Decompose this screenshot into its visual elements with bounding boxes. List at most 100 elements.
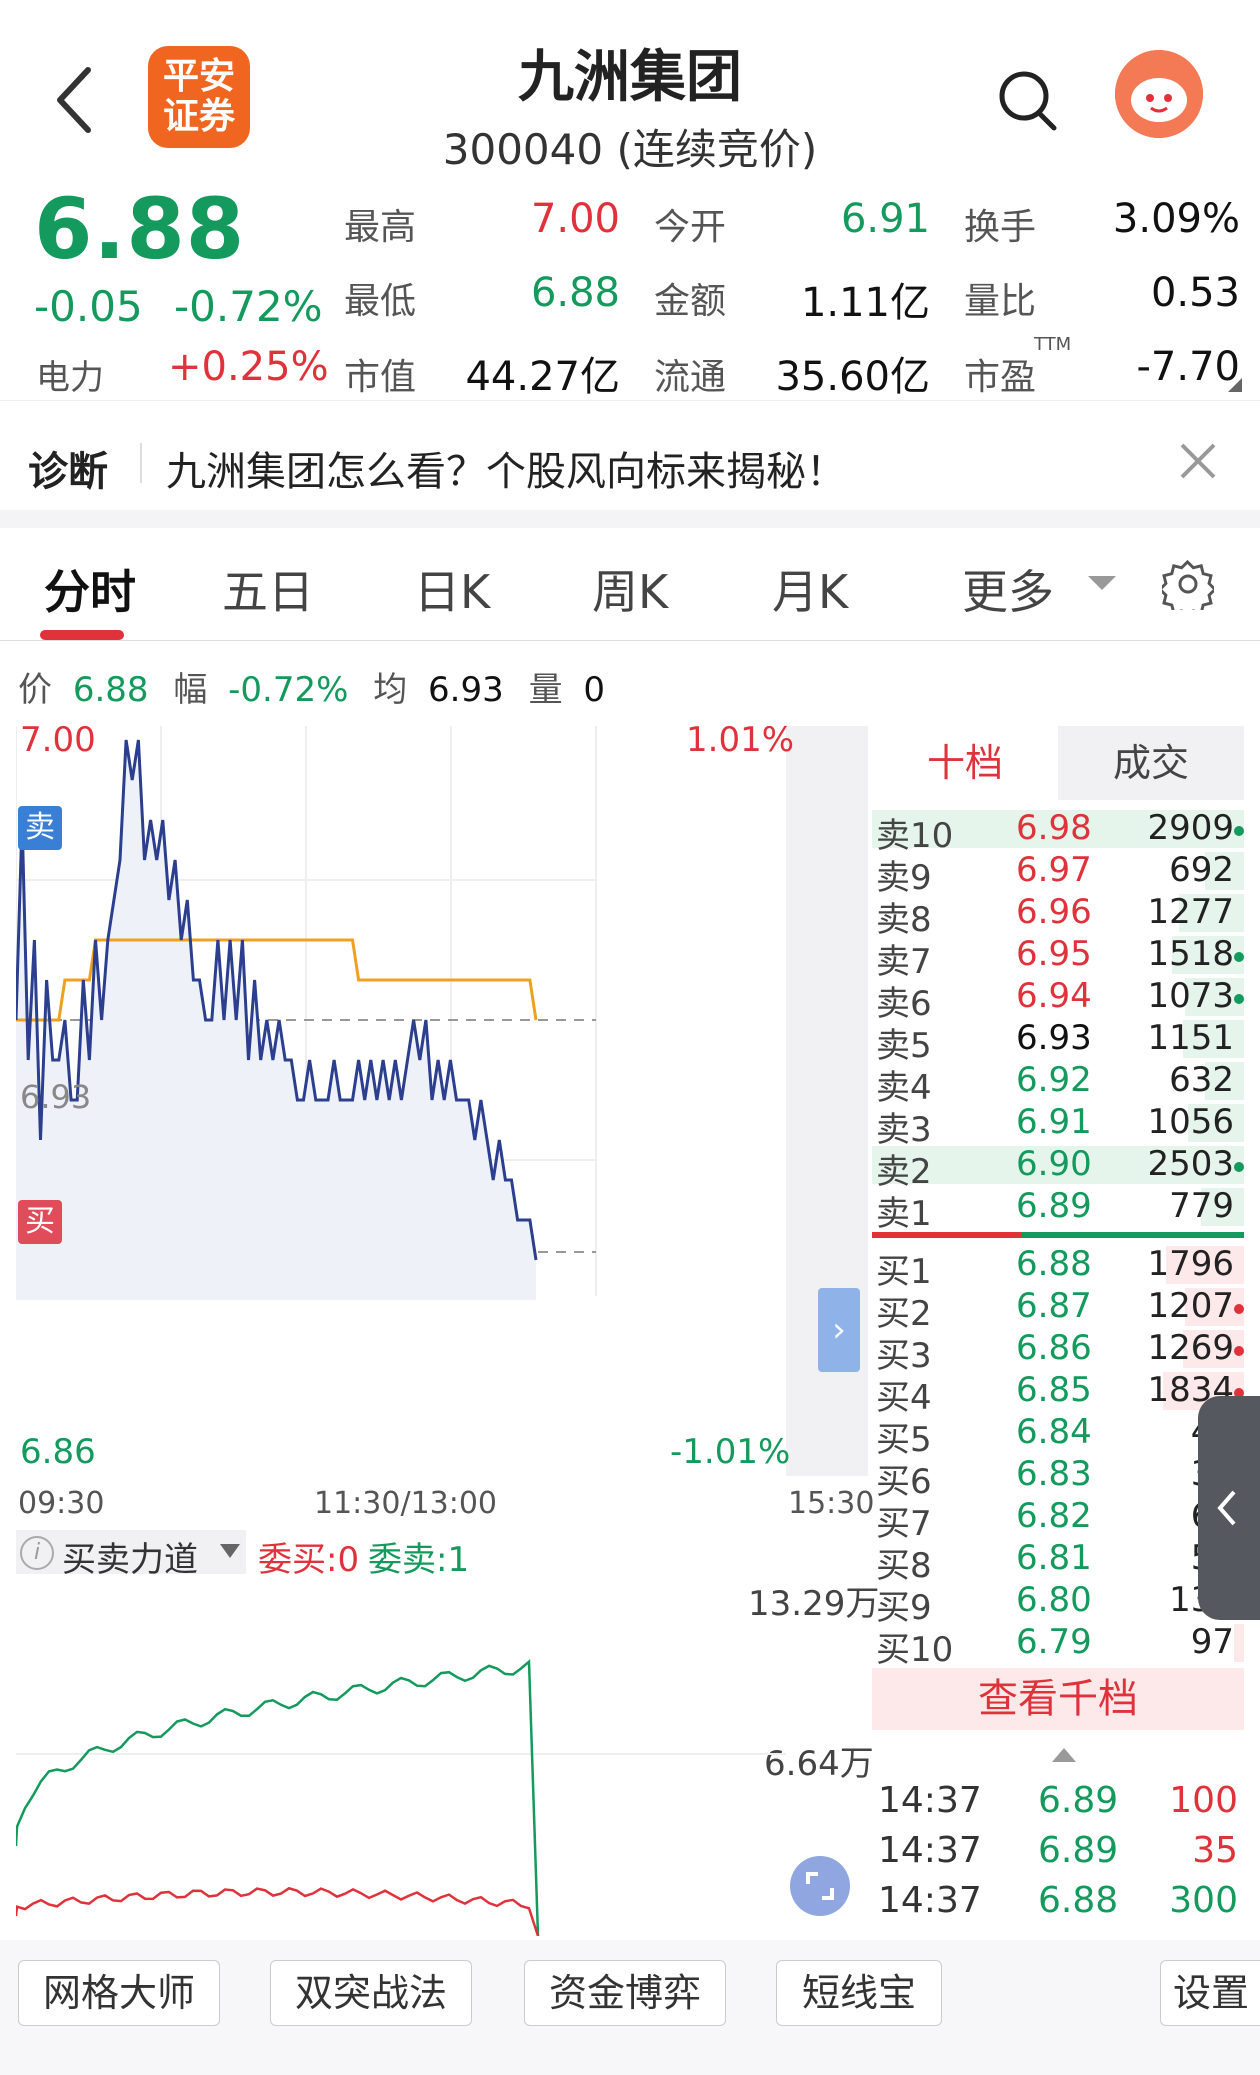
chart-bottom-pct: -1.01% <box>670 1432 791 1472</box>
volume-ratio-label: 量比 <box>964 281 1037 322</box>
time-start: 09:30 <box>18 1486 105 1521</box>
info-pct-label: 幅 <box>173 670 208 710</box>
power-chart[interactable] <box>16 1586 786 1936</box>
pe-value: -7.70 <box>1136 344 1241 390</box>
sector-pct: +0.25% <box>168 344 329 390</box>
bid-row[interactable]: 买10 6.79 97 <box>872 1622 1244 1670</box>
time-mid: 11:30/13:00 <box>314 1486 498 1521</box>
ask-row[interactable]: 卖8 6.96 1277 <box>872 892 1244 940</box>
info-icon[interactable]: i <box>20 1536 54 1570</box>
volume-ratio-value: 0.53 <box>1150 270 1240 316</box>
search-button[interactable] <box>998 68 1058 134</box>
trade-time: 14:37 <box>878 1830 982 1871</box>
tab-daily-k[interactable]: 日K <box>414 556 490 622</box>
market-cap-label: 市值 <box>344 357 417 398</box>
bid-row[interactable]: 买1 6.88 1796 <box>872 1244 1244 1292</box>
ask-row[interactable]: 卖4 6.92 632 <box>872 1060 1244 1108</box>
fullscreen-button[interactable] <box>790 1856 850 1916</box>
tab-monthly-k[interactable]: 月K <box>772 556 848 622</box>
amount-label: 金额 <box>654 281 727 322</box>
tab-five-day[interactable]: 五日 <box>222 556 314 622</box>
assistant-button[interactable] <box>1115 50 1203 138</box>
expand-panel-button[interactable]: › <box>818 1288 860 1372</box>
bid-ask-buy: 委买:0 <box>258 1540 360 1580</box>
stock-name: 九洲集团 <box>518 45 742 110</box>
side-drawer-handle[interactable] <box>1198 1396 1260 1620</box>
level-price: 6.93 <box>1016 1018 1092 1058</box>
level-volume: 1518 <box>1147 934 1234 974</box>
level-price: 6.92 <box>1016 1060 1092 1100</box>
open-label: 今开 <box>654 207 727 248</box>
view-depth-button[interactable]: 查看千档 <box>872 1668 1244 1730</box>
bid-row[interactable]: 买56.8447 <box>872 1412 1244 1460</box>
book-tab-trades[interactable]: 成交 <box>1058 726 1244 800</box>
diagnosis-text[interactable]: 九洲集团怎么看？个股风向标来揭秘！ <box>166 439 846 497</box>
info-price: 6.88 <box>72 670 149 710</box>
level-volume: 779 <box>1169 1186 1234 1226</box>
tab-more[interactable]: 更多 <box>962 556 1054 622</box>
ask-row[interactable]: 卖9 6.97 692 <box>872 850 1244 898</box>
info-avg: 6.93 <box>428 670 504 710</box>
float-cap-label: 流通 <box>654 357 727 398</box>
level-volume: 632 <box>1169 1060 1234 1100</box>
level-volume: 1207 <box>1147 1286 1234 1326</box>
change-dot <box>1234 952 1244 962</box>
expand-corner-icon[interactable] <box>1228 378 1242 392</box>
tab-intraday[interactable]: 分时 <box>44 556 136 622</box>
change-dot <box>1234 1162 1244 1172</box>
ask-row[interactable]: 卖5 6.93 1151 <box>872 1018 1244 1066</box>
level-volume: 1796 <box>1147 1244 1234 1284</box>
level-price: 6.87 <box>1016 1286 1092 1326</box>
gear-icon <box>1157 559 1217 619</box>
info-avg-label: 均 <box>373 670 408 710</box>
power-sell-line <box>16 1886 540 1936</box>
bid-row[interactable]: 买4 6.85 1834 <box>872 1370 1244 1418</box>
search-icon <box>999 71 1057 131</box>
ask-row[interactable]: 卖2 6.90 2503 <box>872 1144 1244 1192</box>
sell-marker[interactable]: 卖 <box>18 806 62 850</box>
double-breakout-button[interactable]: 双突战法 <box>270 1960 472 2026</box>
bid-row[interactable]: 买2 6.87 1207 <box>872 1286 1244 1334</box>
settings-text-button[interactable]: 设置 <box>1160 1960 1260 2026</box>
ask-row[interactable]: 卖3 6.91 1056 <box>872 1102 1244 1150</box>
trade-volume: 300 <box>1169 1880 1238 1921</box>
current-price: 6.88 <box>34 180 246 278</box>
level-price: 6.96 <box>1016 892 1092 932</box>
book-tab-ten-levels[interactable]: 十档 <box>872 726 1058 800</box>
fullscreen-icon <box>806 1872 834 1900</box>
chevron-down-icon[interactable] <box>1088 576 1116 590</box>
bid-row[interactable]: 买76.8266 <box>872 1496 1244 1544</box>
buy-marker[interactable]: 买 <box>18 1200 62 1244</box>
active-tab-indicator <box>40 630 124 640</box>
ask-row[interactable]: 卖10 6.98 2909 <box>872 808 1244 856</box>
trade-volume: 35 <box>1192 1830 1238 1871</box>
bid-row[interactable]: 买3 6.86 1269 <box>872 1328 1244 1376</box>
tab-weekly-k[interactable]: 周K <box>592 556 668 622</box>
bid-row[interactable]: 买96.80130 <box>872 1580 1244 1628</box>
intraday-chart[interactable] <box>16 726 786 1476</box>
bid-row[interactable]: 买66.8335 <box>872 1454 1244 1502</box>
short-term-button[interactable]: 短线宝 <box>776 1960 942 2026</box>
info-pct: -0.72% <box>228 670 349 710</box>
chevron-up-icon[interactable] <box>1052 1748 1076 1762</box>
assistant-face-icon <box>1115 50 1203 138</box>
diagnosis-bar[interactable]: 诊断 九洲集团怎么看？个股风向标来揭秘！ <box>0 400 1260 511</box>
ask-row[interactable]: 卖7 6.95 1518 <box>872 934 1244 982</box>
ask-row[interactable]: 卖1 6.89 779 <box>872 1186 1244 1234</box>
pe-ttm-superscript: TTM <box>1034 334 1072 355</box>
grid-master-button[interactable]: 网格大师 <box>18 1960 220 2026</box>
ask-row[interactable]: 卖6 6.94 1073 <box>872 976 1244 1024</box>
sector-label[interactable]: 电力 <box>36 350 104 399</box>
chevron-left-icon <box>1217 1490 1236 1526</box>
level-price: 6.90 <box>1016 1144 1092 1184</box>
indicator-selector[interactable]: i 买卖力道 <box>16 1530 246 1580</box>
change-dot <box>1234 1346 1244 1356</box>
float-cap-value: 35.60亿 <box>775 354 930 400</box>
settings-button[interactable] <box>1157 558 1217 619</box>
trade-price: 6.88 <box>1038 1880 1119 1921</box>
bid-row[interactable]: 买86.8153 <box>872 1538 1244 1586</box>
close-button[interactable] <box>1178 441 1218 481</box>
capital-game-button[interactable]: 资金博弈 <box>524 1960 726 2026</box>
level-price: 6.95 <box>1016 934 1092 974</box>
turnover-label: 换手 <box>964 207 1037 248</box>
